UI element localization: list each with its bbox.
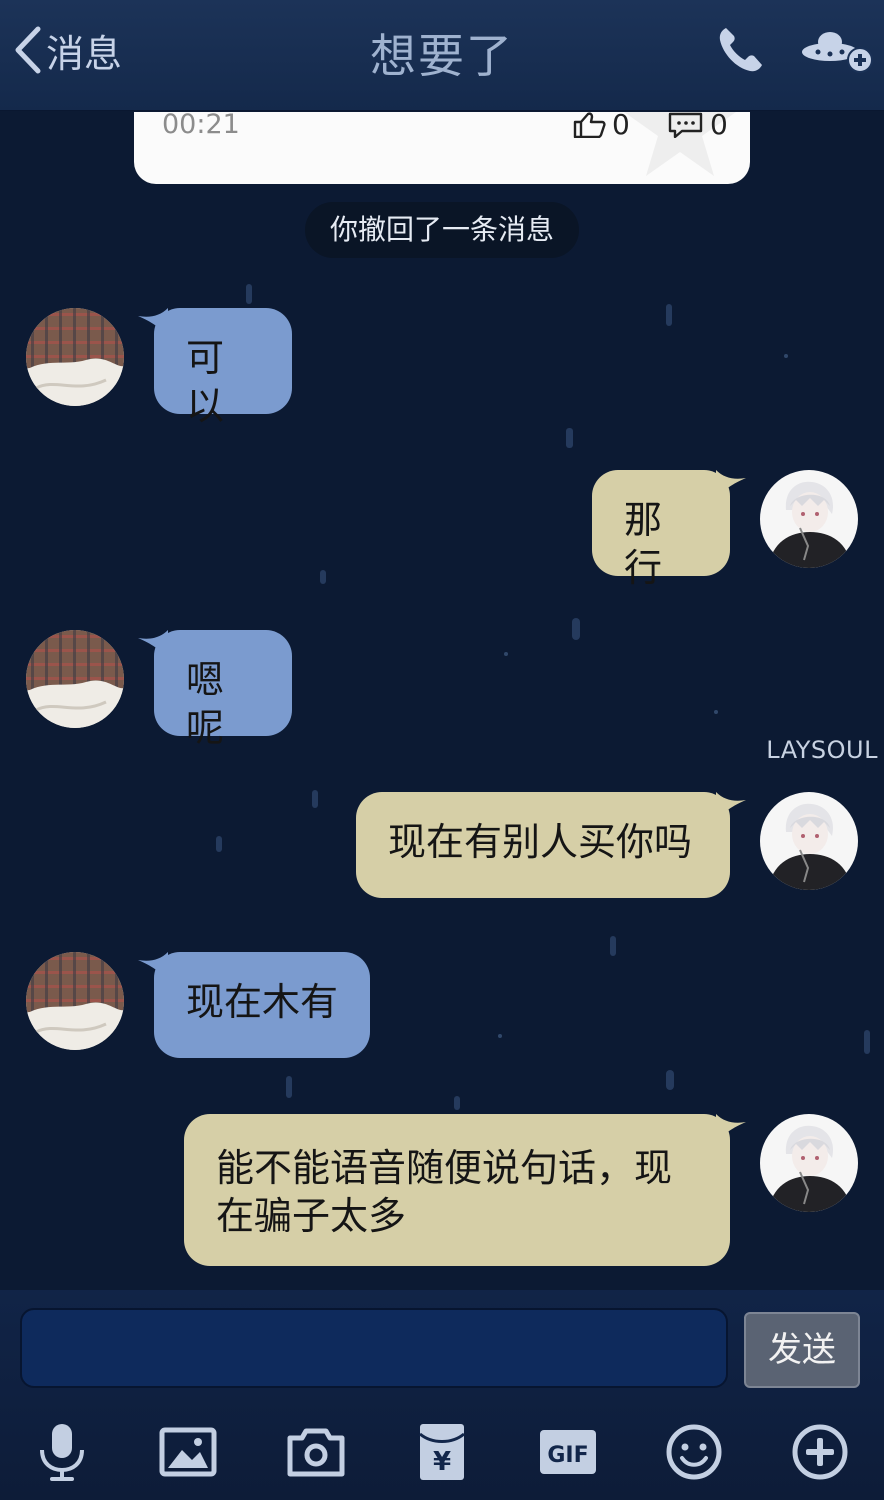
thumbs-up-icon	[573, 112, 606, 138]
message-text: 现在木有	[186, 980, 339, 1024]
microphone-icon	[40, 1424, 84, 1481]
message-text: 那行	[624, 498, 663, 590]
like-count[interactable]: 0	[572, 112, 630, 141]
voice-button[interactable]	[30, 1420, 94, 1484]
bubble-tail	[138, 952, 168, 980]
phone-call-button[interactable]	[714, 24, 766, 76]
shared-post-card[interactable]: 00:21 0 0	[134, 112, 750, 184]
my-avatar-image	[760, 470, 858, 568]
my-avatar[interactable]	[760, 470, 858, 568]
message-bubble-outgoing[interactable]: 现在有别人买你吗	[356, 792, 746, 898]
message-input[interactable]	[20, 1308, 728, 1388]
svg-text:GIF: GIF	[547, 1443, 588, 1468]
contact-avatar-image	[26, 630, 124, 728]
camera-button[interactable]	[284, 1420, 348, 1484]
emoji-icon	[666, 1424, 722, 1480]
ufo-add-icon	[802, 32, 873, 73]
my-avatar-image	[760, 792, 858, 890]
comment-count[interactable]: 0	[668, 112, 728, 141]
bubble-tail	[138, 308, 168, 336]
contact-avatar[interactable]	[26, 630, 124, 728]
bubble-tail	[716, 792, 746, 820]
more-button[interactable]	[788, 1420, 852, 1484]
emoji-button[interactable]	[662, 1420, 726, 1484]
camera-icon	[287, 1428, 345, 1477]
image-icon	[159, 1427, 217, 1477]
plus-icon	[792, 1424, 848, 1480]
contact-avatar[interactable]	[26, 952, 124, 1050]
message-bubble-incoming[interactable]: 现在木有	[138, 952, 370, 1058]
like-count-value: 0	[612, 112, 630, 141]
send-button[interactable]: 发送	[744, 1312, 860, 1388]
bubble-tail	[716, 1114, 746, 1142]
gif-icon: GIF	[540, 1430, 596, 1474]
bubble-tail	[138, 630, 168, 658]
contact-avatar-image	[26, 308, 124, 406]
photo-button[interactable]	[156, 1420, 220, 1484]
comment-icon	[668, 112, 703, 138]
my-avatar[interactable]	[760, 792, 858, 890]
message-bubble-incoming[interactable]: 嗯呢	[138, 630, 292, 750]
message-text: 现在有别人买你吗	[388, 820, 693, 864]
add-friend-button[interactable]	[800, 26, 876, 76]
message-bubble-incoming[interactable]: 可以	[138, 308, 292, 428]
message-bubble-outgoing[interactable]: 那行	[592, 470, 746, 590]
svg-text:¥: ¥	[433, 1447, 451, 1477]
contact-avatar[interactable]	[26, 308, 124, 406]
my-avatar-image	[760, 1114, 858, 1212]
message-text: 嗯呢	[186, 658, 225, 750]
watermark-text: LAYSOUL	[766, 736, 878, 764]
message-text: 能不能语音随便说句话，现在骗子太多	[216, 1146, 673, 1238]
phone-icon	[719, 28, 762, 72]
post-duration: 00:21	[162, 112, 240, 140]
message-text: 可以	[186, 336, 225, 428]
my-avatar[interactable]	[760, 1114, 858, 1212]
message-bubble-outgoing[interactable]: 能不能语音随便说句话，现在骗子太多	[184, 1114, 746, 1266]
red-packet-button[interactable]: ¥	[410, 1420, 474, 1484]
gif-button[interactable]: GIF	[536, 1420, 600, 1484]
bubble-tail	[716, 470, 746, 498]
top-nav-bar: 消息 想要了	[0, 0, 884, 111]
contact-avatar-image	[26, 952, 124, 1050]
red-packet-icon: ¥	[419, 1424, 465, 1480]
comment-count-value: 0	[710, 112, 728, 141]
recall-notice: 你撤回了一条消息	[305, 202, 579, 258]
